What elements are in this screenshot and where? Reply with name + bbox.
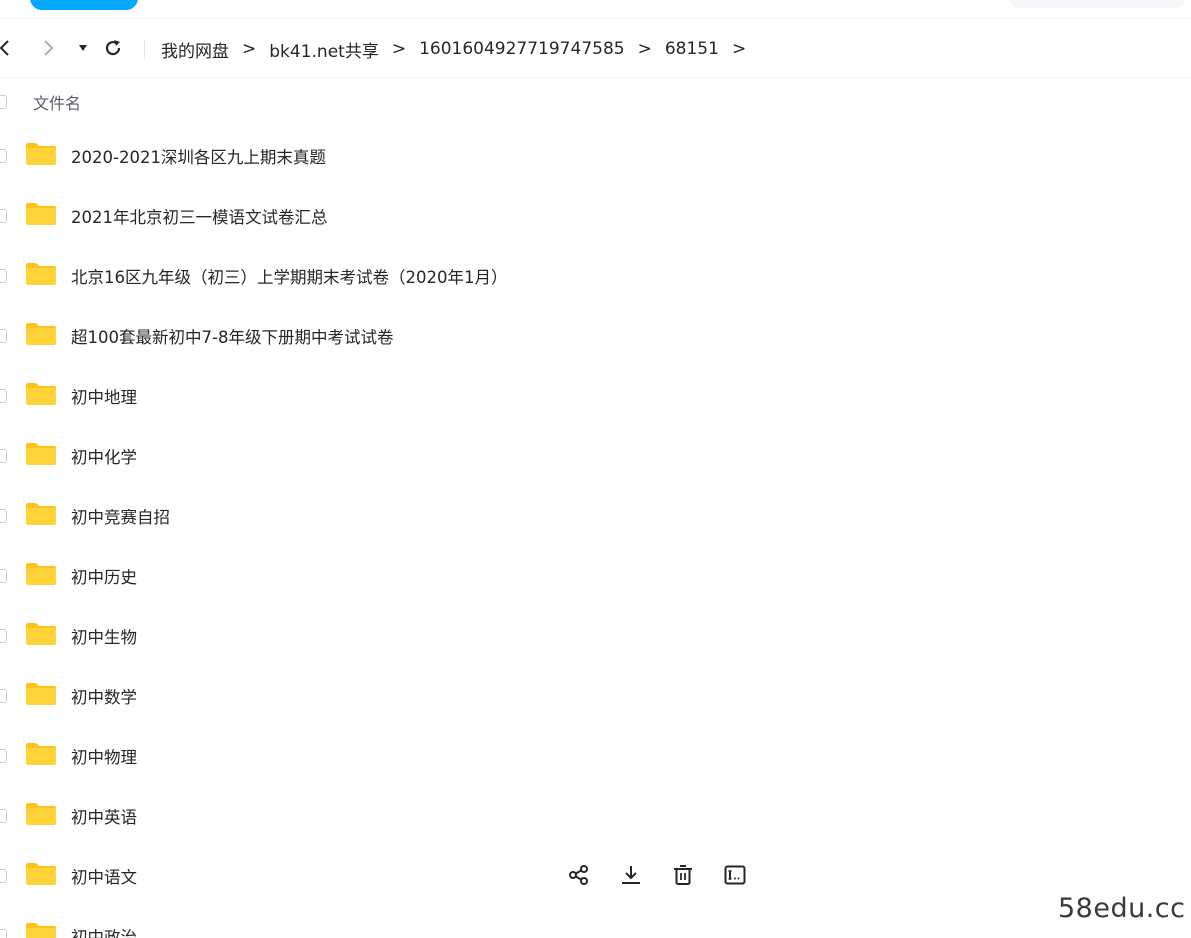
file-row[interactable]: 初中数学 [0,665,1191,725]
file-name[interactable]: 初中物理 [71,744,137,768]
upload-button[interactable] [30,0,138,10]
file-row[interactable]: 初中政治 [0,905,1191,938]
row-checkbox[interactable] [0,209,7,223]
row-checkbox[interactable] [0,389,7,403]
dropdown-icon[interactable] [72,37,94,59]
file-name[interactable]: 初中化学 [71,444,137,468]
top-toolbar [0,0,1191,19]
download-icon[interactable] [618,862,643,887]
folder-icon [25,202,57,226]
folder-icon [25,622,57,646]
row-actions [566,862,747,887]
folder-icon [25,502,57,526]
file-name[interactable]: 初中竞赛自招 [71,504,170,528]
file-name[interactable]: 初中英语 [71,804,137,828]
folder-icon [25,742,57,766]
breadcrumb-item-folder-id[interactable]: 1601604927719747585 [419,39,625,59]
file-name[interactable]: 2020-2021深圳各区九上期末真题 [71,144,326,168]
file-row[interactable]: 2021年北京初三一模语文试卷汇总 [0,185,1191,245]
breadcrumb-separator: > [242,39,257,59]
nav-divider [144,39,145,59]
breadcrumb: 我的网盘 > bk41.net共享 > 1601604927719747585 … [161,35,759,63]
navigation-bar: 我的网盘 > bk41.net共享 > 1601604927719747585 … [0,19,1191,79]
file-row[interactable]: 初中英语 [0,785,1191,845]
file-name[interactable]: 初中地理 [71,384,137,408]
file-row[interactable]: 初中地理 [0,365,1191,425]
file-row[interactable]: 超100套最新初中7-8年级下册期中考试试卷 [0,305,1191,365]
file-name[interactable]: 北京16区九年级（初三）上学期期末考试卷（2020年1月） [71,264,508,288]
file-row[interactable]: 初中语文 [0,845,1191,905]
file-row[interactable]: 北京16区九年级（初三）上学期期末考试卷（2020年1月） [0,245,1191,305]
file-name[interactable]: 2021年北京初三一模语文试卷汇总 [71,204,328,228]
file-name[interactable]: 初中历史 [71,564,137,588]
row-checkbox[interactable] [0,749,7,763]
folder-icon [25,802,57,826]
file-list-header: 文件名 [0,80,1191,124]
delete-icon[interactable] [670,862,695,887]
row-checkbox[interactable] [0,449,7,463]
file-row[interactable]: 初中物理 [0,725,1191,785]
row-checkbox[interactable] [0,569,7,583]
file-row[interactable]: 初中历史 [0,545,1191,605]
row-checkbox[interactable] [0,629,7,643]
file-name[interactable]: 初中语文 [71,864,137,888]
row-checkbox[interactable] [0,509,7,523]
folder-icon [25,442,57,466]
breadcrumb-item-share[interactable]: bk41.net共享 [269,37,379,62]
file-name[interactable]: 初中数学 [71,684,137,708]
back-icon[interactable] [0,37,16,59]
breadcrumb-item-current[interactable]: 68151 [665,39,719,59]
row-checkbox[interactable] [0,809,7,823]
breadcrumb-separator: > [637,39,652,59]
row-checkbox[interactable] [0,149,7,163]
breadcrumb-separator: > [731,39,747,59]
folder-icon [25,382,57,406]
forward-icon[interactable] [37,37,59,59]
file-name[interactable]: 超100套最新初中7-8年级下册期中考试试卷 [71,324,393,348]
folder-icon [25,322,57,346]
folder-icon [25,562,57,586]
row-checkbox[interactable] [0,929,7,938]
folder-icon [25,862,57,886]
rename-icon[interactable] [722,862,747,887]
watermark: 58edu.cc [1058,893,1186,924]
row-checkbox[interactable] [0,689,7,703]
file-name[interactable]: 初中政治 [71,924,137,938]
file-row[interactable]: 初中生物 [0,605,1191,665]
netdisk-file-browser: 我的网盘 > bk41.net共享 > 1601604927719747585 … [0,0,1191,938]
column-header-filename[interactable]: 文件名 [33,90,81,114]
share-icon[interactable] [566,862,591,887]
file-name[interactable]: 初中生物 [71,624,137,648]
file-row[interactable]: 2020-2021深圳各区九上期末真题 [0,125,1191,185]
select-all-checkbox[interactable] [0,95,7,109]
breadcrumb-separator: > [391,39,407,59]
folder-icon [25,142,57,166]
row-checkbox[interactable] [0,869,7,883]
search-box[interactable] [1010,0,1185,8]
refresh-icon[interactable] [102,37,124,59]
file-row[interactable]: 初中化学 [0,425,1191,485]
folder-icon [25,262,57,286]
folder-icon [25,922,57,938]
breadcrumb-item-root[interactable]: 我的网盘 [161,37,229,62]
file-row[interactable]: 初中竞赛自招 [0,485,1191,545]
row-checkbox[interactable] [0,269,7,283]
folder-icon [25,682,57,706]
file-list: 2020-2021深圳各区九上期末真题 2021年北京初三一模语文试卷汇总北京16… [0,125,1191,938]
row-checkbox[interactable] [0,329,7,343]
